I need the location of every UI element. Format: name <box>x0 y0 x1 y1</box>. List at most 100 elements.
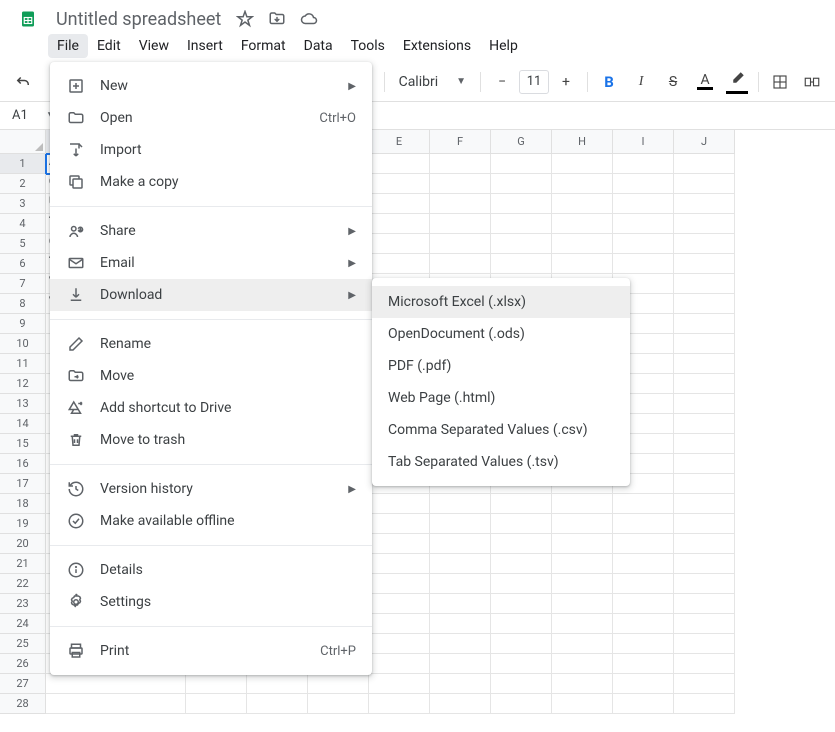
cell[interactable] <box>430 174 491 194</box>
menu-format[interactable]: Format <box>232 34 295 58</box>
menu-insert[interactable]: Insert <box>178 34 232 58</box>
cell[interactable] <box>613 234 674 254</box>
menu-print[interactable]: Print Ctrl+P <box>50 635 372 667</box>
column-header[interactable]: F <box>430 130 491 154</box>
cell[interactable] <box>552 674 613 694</box>
download-tsv[interactable]: Tab Separated Values (.tsv) <box>372 446 630 478</box>
cell[interactable] <box>430 534 491 554</box>
cell[interactable] <box>491 174 552 194</box>
fill-color-button[interactable] <box>722 67 752 97</box>
cell[interactable] <box>613 194 674 214</box>
menu-edit[interactable]: Edit <box>88 34 130 58</box>
cell[interactable] <box>613 214 674 234</box>
cell[interactable] <box>369 514 430 534</box>
cell[interactable] <box>369 174 430 194</box>
cell[interactable] <box>674 554 735 574</box>
cell[interactable] <box>369 634 430 654</box>
cell[interactable] <box>186 694 247 714</box>
cell[interactable] <box>430 214 491 234</box>
sheets-logo[interactable] <box>8 0 48 39</box>
cell[interactable] <box>491 154 552 174</box>
cell[interactable] <box>369 674 430 694</box>
cell[interactable] <box>552 494 613 514</box>
cell[interactable] <box>247 674 308 694</box>
row-header[interactable]: 12 <box>0 374 46 394</box>
cell[interactable] <box>430 614 491 634</box>
cell[interactable] <box>491 634 552 654</box>
text-color-button[interactable]: A <box>690 67 720 97</box>
cell[interactable] <box>674 434 735 454</box>
row-header[interactable]: 9 <box>0 314 46 334</box>
row-header[interactable]: 18 <box>0 494 46 514</box>
italic-button[interactable]: I <box>626 67 656 97</box>
menu-available-offline[interactable]: Make available offline <box>50 505 372 537</box>
cell[interactable] <box>491 594 552 614</box>
cell[interactable] <box>552 174 613 194</box>
cell[interactable] <box>552 614 613 634</box>
cell[interactable] <box>430 514 491 534</box>
row-header[interactable]: 5 <box>0 234 46 254</box>
menu-move-to-trash[interactable]: Move to trash <box>50 424 372 456</box>
cell[interactable] <box>613 254 674 274</box>
row-header[interactable]: 13 <box>0 394 46 414</box>
cell[interactable] <box>491 214 552 234</box>
row-header[interactable]: 26 <box>0 654 46 674</box>
row-header[interactable]: 23 <box>0 594 46 614</box>
cell[interactable] <box>552 574 613 594</box>
cell[interactable] <box>491 234 552 254</box>
cell[interactable] <box>186 674 247 694</box>
cell[interactable] <box>674 614 735 634</box>
row-header[interactable]: 8 <box>0 294 46 314</box>
cell[interactable] <box>491 554 552 574</box>
cell[interactable] <box>674 494 735 514</box>
row-header[interactable]: 25 <box>0 634 46 654</box>
cell[interactable] <box>430 554 491 574</box>
strikethrough-button[interactable]: S <box>658 67 688 97</box>
cell[interactable] <box>369 574 430 594</box>
download-ods[interactable]: OpenDocument (.ods) <box>372 318 630 350</box>
row-header[interactable]: 19 <box>0 514 46 534</box>
cell[interactable] <box>674 354 735 374</box>
cell[interactable] <box>491 614 552 634</box>
download-pdf[interactable]: PDF (.pdf) <box>372 350 630 382</box>
cell[interactable] <box>491 654 552 674</box>
column-header[interactable]: H <box>552 130 613 154</box>
column-header[interactable]: I <box>613 130 674 154</box>
download-html[interactable]: Web Page (.html) <box>372 382 630 414</box>
download-xlsx[interactable]: Microsoft Excel (.xlsx) <box>372 286 630 318</box>
cell[interactable] <box>674 534 735 554</box>
cell[interactable] <box>430 674 491 694</box>
menu-email[interactable]: Email ▶ <box>50 247 372 279</box>
cell[interactable] <box>369 694 430 714</box>
cell[interactable] <box>613 154 674 174</box>
cell[interactable] <box>674 374 735 394</box>
cell[interactable] <box>674 334 735 354</box>
cloud-status-icon[interactable] <box>299 9 319 29</box>
row-header[interactable]: 22 <box>0 574 46 594</box>
cell[interactable] <box>613 674 674 694</box>
cell[interactable] <box>430 234 491 254</box>
menu-move[interactable]: Move <box>50 360 372 392</box>
cell[interactable] <box>552 214 613 234</box>
row-header[interactable]: 28 <box>0 694 46 714</box>
cell[interactable] <box>430 634 491 654</box>
decrease-font-size[interactable]: − <box>487 67 517 97</box>
menu-share[interactable]: Share ▶ <box>50 215 372 247</box>
merge-cells-button[interactable] <box>797 67 827 97</box>
cell[interactable] <box>552 254 613 274</box>
cell[interactable] <box>369 594 430 614</box>
cell[interactable] <box>369 154 430 174</box>
download-csv[interactable]: Comma Separated Values (.csv) <box>372 414 630 446</box>
menu-help[interactable]: Help <box>480 34 527 58</box>
cell[interactable] <box>46 694 186 714</box>
cell[interactable] <box>613 554 674 574</box>
cell[interactable] <box>491 694 552 714</box>
cell[interactable] <box>552 534 613 554</box>
cell[interactable] <box>674 474 735 494</box>
document-title[interactable]: Untitled spreadsheet <box>48 7 229 32</box>
cell[interactable] <box>430 694 491 714</box>
cell[interactable] <box>430 594 491 614</box>
cell[interactable] <box>552 194 613 214</box>
menu-rename[interactable]: Rename <box>50 328 372 360</box>
cell[interactable] <box>491 514 552 534</box>
